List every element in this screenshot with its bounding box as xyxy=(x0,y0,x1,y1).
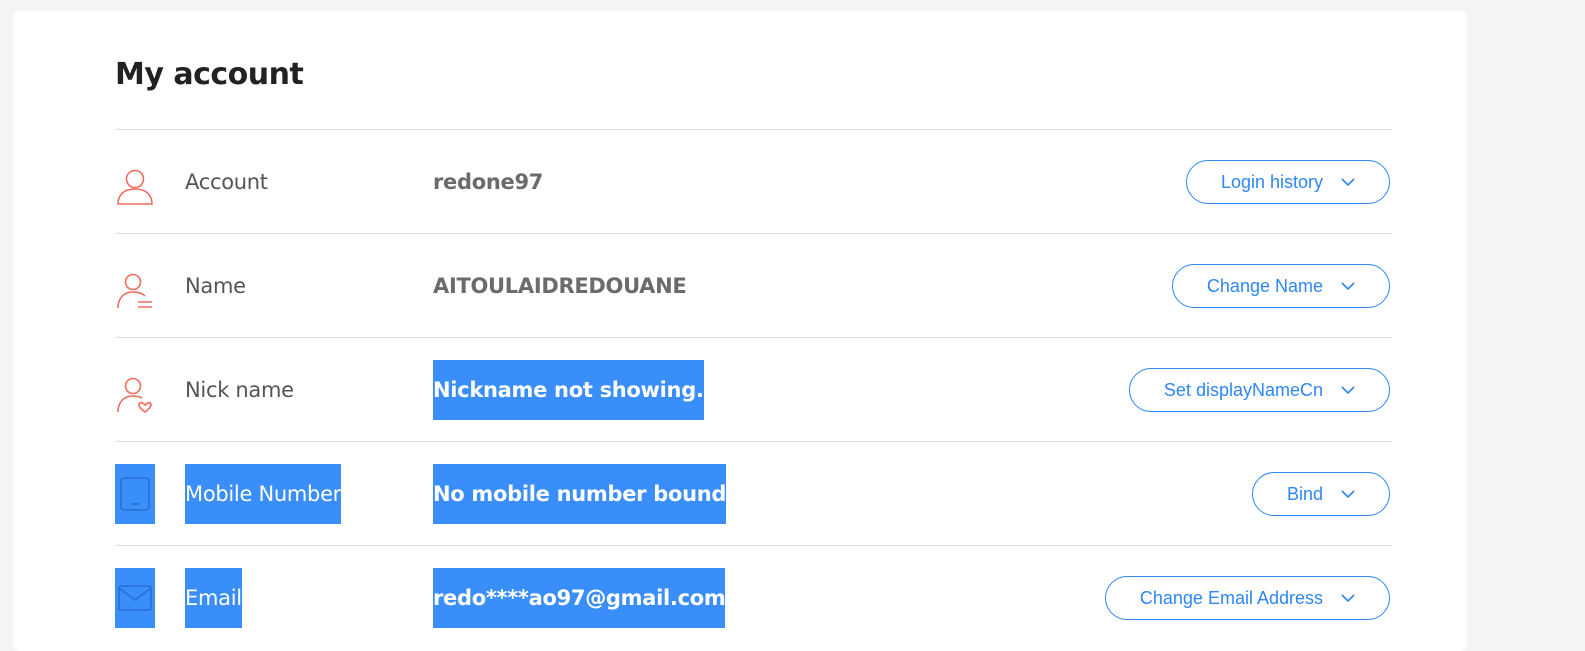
chevron-down-icon xyxy=(1341,385,1355,394)
name-value: AITOULAIDREDOUANE xyxy=(433,274,687,298)
set-display-name-label: Set displayNameCn xyxy=(1163,379,1323,400)
bind-mobile-button[interactable]: Bind xyxy=(1251,472,1390,516)
chevron-down-icon xyxy=(1341,281,1355,290)
change-email-label: Change Email Address xyxy=(1139,587,1323,608)
chevron-down-icon xyxy=(1341,177,1355,186)
account-row: Account redone97 Login history xyxy=(115,129,1391,233)
email-value: redo****ao97@gmail.com xyxy=(433,568,726,628)
account-card: My account Account redone97 Login histor… xyxy=(13,11,1467,651)
mail-icon xyxy=(115,568,155,628)
page-title: My account xyxy=(115,57,304,92)
user-heart-icon xyxy=(115,365,155,425)
nickname-row: Nick name Nickname not showing. Set disp… xyxy=(115,337,1391,441)
login-history-button[interactable]: Login history xyxy=(1185,160,1390,204)
nickname-value: Nickname not showing. xyxy=(433,360,704,420)
email-row: Email redo****ao97@gmail.com Change Emai… xyxy=(115,545,1391,649)
account-value: redone97 xyxy=(433,170,544,194)
user-icon xyxy=(115,157,155,217)
nickname-label: Nick name xyxy=(185,378,294,402)
change-email-button[interactable]: Change Email Address xyxy=(1104,576,1390,620)
account-info-list: Account redone97 Login history Name AITO… xyxy=(115,129,1391,649)
login-history-label: Login history xyxy=(1220,171,1323,192)
mobile-row: Mobile Number No mobile number bound Bin… xyxy=(115,441,1391,545)
mobile-icon xyxy=(115,464,155,524)
set-display-name-button[interactable]: Set displayNameCn xyxy=(1128,368,1390,412)
name-label: Name xyxy=(185,274,246,298)
user-list-icon xyxy=(115,261,155,321)
change-name-button[interactable]: Change Name xyxy=(1171,264,1390,308)
name-row: Name AITOULAIDREDOUANE Change Name xyxy=(115,233,1391,337)
mobile-value: No mobile number bound xyxy=(433,464,726,524)
chevron-down-icon xyxy=(1341,593,1355,602)
account-label: Account xyxy=(185,170,268,194)
chevron-down-icon xyxy=(1341,489,1355,498)
email-label: Email xyxy=(185,568,242,628)
change-name-label: Change Name xyxy=(1206,275,1323,296)
mobile-label: Mobile Number xyxy=(185,464,341,524)
bind-mobile-label: Bind xyxy=(1286,483,1323,504)
